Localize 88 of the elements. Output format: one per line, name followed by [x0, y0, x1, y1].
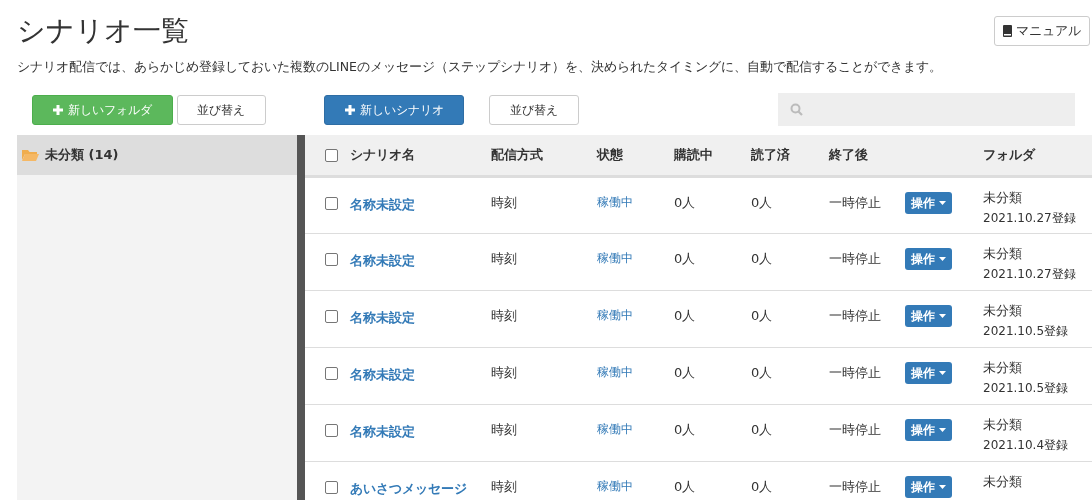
plus-icon	[52, 104, 63, 115]
search-field[interactable]	[777, 93, 1075, 127]
column-header: 終了後	[829, 147, 868, 163]
table-cell-text: 未分類	[983, 189, 1023, 208]
table-cell: 0人	[674, 365, 696, 381]
registered-date: 2021.10.5登録	[983, 380, 1070, 398]
new-scenario-button[interactable]: 新しいシナリオ	[323, 94, 465, 125]
registered-date: 2021.10.27登録	[983, 210, 1077, 228]
scenario-name-link[interactable]: あいさつメッセージ	[350, 481, 467, 497]
registered-date: 2021.10.5登録	[983, 323, 1070, 341]
action-dropdown-button[interactable]: 操作	[905, 419, 952, 442]
caret-icon	[939, 428, 946, 433]
table-cell: 時刻	[491, 365, 517, 381]
registered-date: 2021.10.27登録	[983, 266, 1077, 284]
scenario-name-link[interactable]: 名称未設定	[350, 367, 415, 383]
table-cell: 一時停止	[829, 479, 881, 495]
table-cell: 一時停止	[829, 365, 881, 381]
search-icon	[789, 103, 803, 117]
table-cell-text: 未分類	[983, 416, 1023, 435]
checkbox[interactable]	[325, 367, 338, 381]
sort-button[interactable]: 並び替え	[176, 94, 266, 125]
status-link[interactable]: 稼働中	[597, 479, 633, 494]
column-header: フォルダ	[983, 147, 1035, 163]
table-cell: 時刻	[491, 251, 517, 267]
checkbox[interactable]	[325, 481, 338, 495]
action-dropdown-button[interactable]: 操作	[905, 305, 952, 328]
caret-icon	[939, 371, 946, 376]
table-cell: 一時停止	[829, 195, 881, 211]
table-cell-text: 未分類	[983, 302, 1023, 321]
table-cell: 0人	[751, 195, 773, 211]
table-cell: 一時停止	[829, 251, 881, 267]
book-icon	[1003, 25, 1012, 37]
table-cell: 時刻	[491, 195, 517, 211]
description-text: シナリオ配信では、あらかじめ登録しておいた複数のLINEのメッセージ（ステップシナリオ）を、決められたタイミングに、自動で配信することができます。	[17, 58, 943, 76]
table-cell: 一時停止	[829, 422, 881, 438]
folder-item[interactable]: 未分類 (14)	[17, 134, 297, 175]
checkbox[interactable]	[325, 310, 338, 324]
checkbox[interactable]	[325, 197, 338, 211]
checkbox[interactable]	[325, 424, 338, 438]
table-cell: 時刻	[491, 479, 517, 495]
new-folder-button[interactable]: 新しいフォルダ	[32, 94, 173, 125]
table-cell-text: 未分類	[983, 359, 1023, 378]
action-dropdown-button[interactable]: 操作	[905, 476, 952, 499]
scrollbar[interactable]	[297, 134, 305, 500]
caret-icon	[939, 201, 946, 206]
action-dropdown-button[interactable]: 操作	[905, 362, 952, 385]
plus-icon	[344, 104, 355, 115]
table-cell: 0人	[751, 308, 773, 324]
status-link[interactable]: 稼働中	[597, 195, 633, 210]
table-cell-text: 未分類	[983, 245, 1023, 264]
scenario-name-link[interactable]: 名称未設定	[350, 424, 415, 440]
table-cell: 0人	[751, 251, 773, 267]
table-cell: 0人	[674, 479, 696, 495]
table-cell: 0人	[674, 195, 696, 211]
column-header: 配信方式	[491, 147, 543, 163]
registered-date: 2021.10.4登録	[983, 437, 1070, 455]
checkbox[interactable]	[325, 149, 338, 163]
page-title: シナリオ一覧	[17, 13, 189, 49]
table-cell: 時刻	[491, 422, 517, 438]
table-cell: 0人	[751, 365, 773, 381]
caret-icon	[939, 314, 946, 319]
table-cell: 時刻	[491, 308, 517, 324]
table-cell: 一時停止	[829, 308, 881, 324]
caret-icon	[939, 485, 946, 490]
caret-icon	[939, 257, 946, 262]
table-cell: 0人	[751, 422, 773, 438]
scenario-name-link[interactable]: 名称未設定	[350, 253, 415, 269]
column-header: 状態	[597, 147, 623, 163]
scenario-name-link[interactable]: 名称未設定	[350, 310, 415, 326]
action-dropdown-button[interactable]: 操作	[905, 192, 952, 215]
table-cell: 0人	[674, 251, 696, 267]
status-link[interactable]: 稼働中	[597, 308, 633, 323]
folder-icon	[22, 148, 39, 162]
table-cell: 0人	[674, 422, 696, 438]
action-dropdown-button[interactable]: 操作	[905, 248, 952, 271]
sort-button[interactable]: 並び替え	[489, 94, 579, 125]
column-header: 読了済	[751, 147, 790, 163]
table-cell: 0人	[674, 308, 696, 324]
table-cell: 0人	[751, 479, 773, 495]
table-cell-text: 未分類	[983, 473, 1023, 492]
checkbox[interactable]	[325, 253, 338, 267]
status-link[interactable]: 稼働中	[597, 365, 633, 380]
column-header: シナリオ名	[350, 147, 415, 163]
status-link[interactable]: 稼働中	[597, 251, 633, 266]
status-link[interactable]: 稼働中	[597, 422, 633, 437]
column-header: 購読中	[674, 147, 713, 163]
manual-button[interactable]: マニュアル	[994, 16, 1090, 46]
scenario-name-link[interactable]: 名称未設定	[350, 197, 415, 213]
